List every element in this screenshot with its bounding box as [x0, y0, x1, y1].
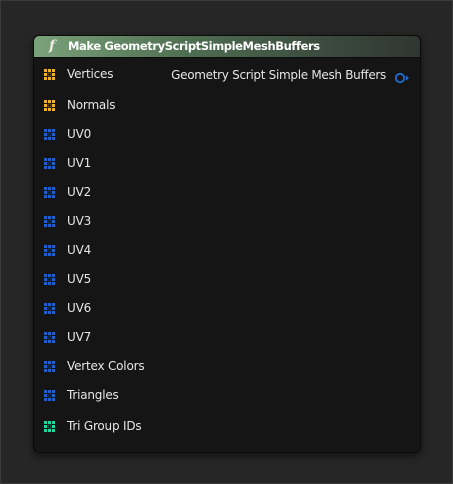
vector-array-pin-icon[interactable]: [44, 68, 55, 80]
input-pin-label: UV3: [67, 214, 92, 228]
input-pin-label: Triangles: [67, 388, 119, 402]
input-pin-uv5[interactable]: UV5: [44, 270, 91, 288]
input-pin-vertex-colors[interactable]: Vertex Colors: [44, 357, 145, 375]
vector2d-array-pin-icon[interactable]: [44, 331, 55, 343]
input-pin-label: UV6: [67, 301, 92, 315]
input-pin-uv4[interactable]: UV4: [44, 241, 91, 259]
input-pin-label: Tri Group IDs: [67, 419, 142, 433]
input-pin-vertices[interactable]: Vertices: [44, 65, 113, 83]
vector-array-pin-icon[interactable]: [44, 99, 55, 111]
int-vector-array-pin-icon[interactable]: [44, 389, 55, 401]
input-pin-label: UV0: [67, 127, 92, 141]
linear-color-array-pin-icon[interactable]: [44, 360, 55, 372]
input-pin-label: UV4: [67, 243, 92, 257]
input-pin-uv7[interactable]: UV7: [44, 328, 91, 346]
function-icon: f: [49, 38, 56, 54]
input-pin-label: UV2: [67, 185, 92, 199]
input-pin-uv3[interactable]: UV3: [44, 212, 91, 230]
integer-array-pin-icon[interactable]: [44, 420, 55, 432]
input-pin-label: Vertex Colors: [67, 359, 145, 373]
input-pin-triangles[interactable]: Triangles: [44, 386, 119, 404]
node-header[interactable]: f Make GeometryScriptSimpleMeshBuffers: [34, 36, 420, 58]
vector2d-array-pin-icon[interactable]: [44, 244, 55, 256]
input-pin-uv1[interactable]: UV1: [44, 154, 91, 172]
input-pin-tri-group-ids[interactable]: Tri Group IDs: [44, 417, 142, 435]
input-pin-uv6[interactable]: UV6: [44, 299, 91, 317]
input-pin-label: Normals: [67, 98, 116, 112]
vector2d-array-pin-icon[interactable]: [44, 186, 55, 198]
input-pin-uv2[interactable]: UV2: [44, 183, 91, 201]
vector2d-array-pin-icon[interactable]: [44, 128, 55, 140]
vector2d-array-pin-icon[interactable]: [44, 302, 55, 314]
input-pin-normals[interactable]: Normals: [44, 96, 115, 114]
output-pin-label: Geometry Script Simple Mesh Buffers: [171, 68, 386, 82]
output-pin-geometry-script-simple-mesh-buffers[interactable]: Geometry Script Simple Mesh Buffers: [171, 67, 410, 84]
input-pin-uv0[interactable]: UV0: [44, 125, 91, 143]
input-pin-label: UV7: [67, 330, 92, 344]
vector2d-array-pin-icon[interactable]: [44, 215, 55, 227]
vector2d-array-pin-icon[interactable]: [44, 157, 55, 169]
input-pin-label: UV5: [67, 272, 92, 286]
input-pin-label: UV1: [67, 156, 92, 170]
node-title: Make GeometryScriptSimpleMeshBuffers: [68, 39, 320, 53]
struct-pin-icon[interactable]: [394, 69, 410, 84]
input-pin-label: Vertices: [67, 67, 114, 81]
vector2d-array-pin-icon[interactable]: [44, 273, 55, 285]
make-struct-node[interactable]: f Make GeometryScriptSimpleMeshBuffers G…: [33, 35, 421, 453]
